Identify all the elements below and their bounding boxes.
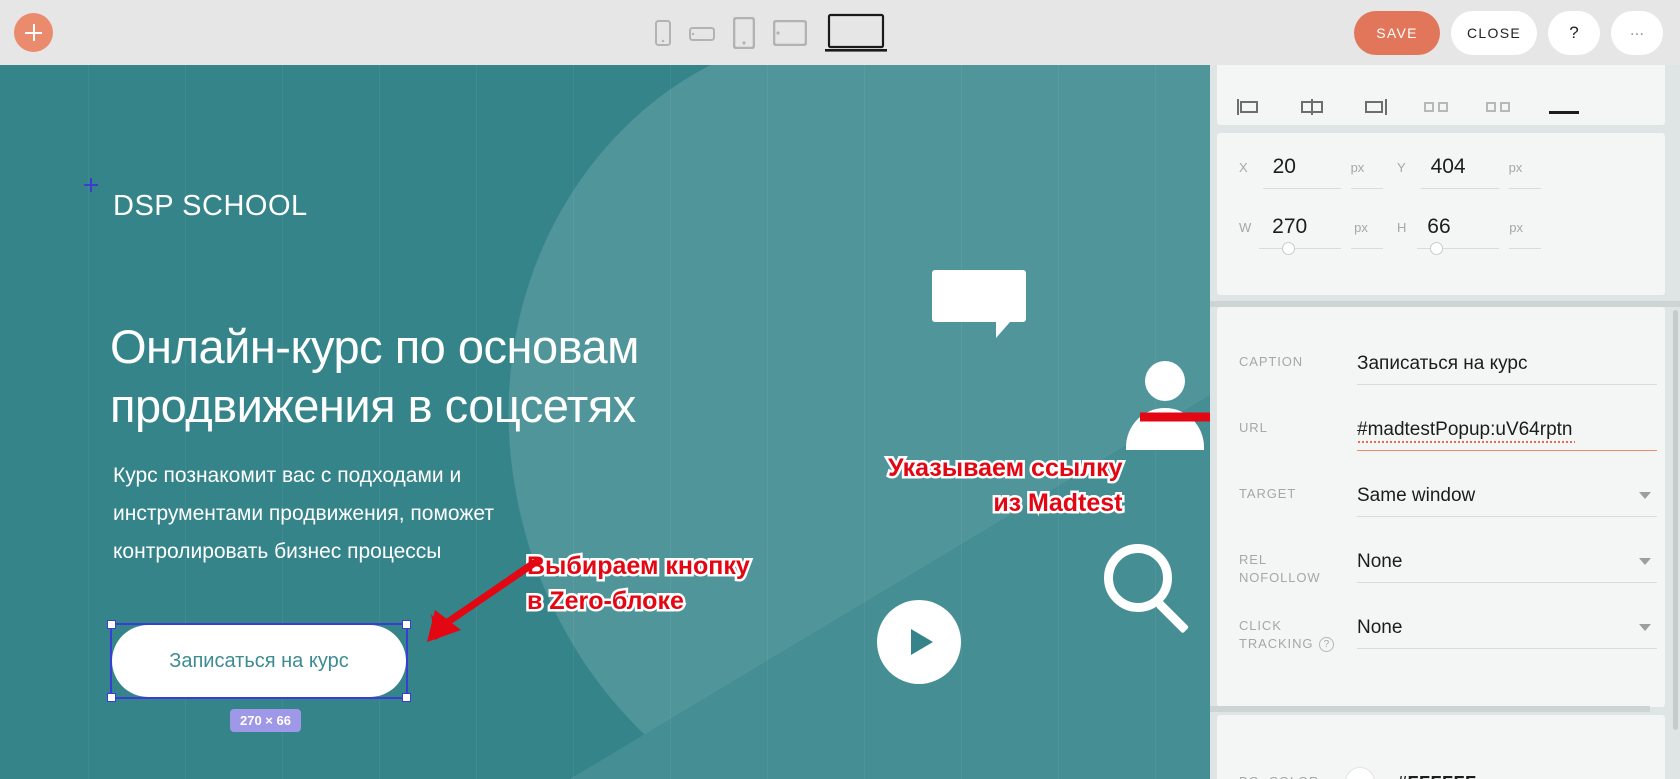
y-value[interactable]: 404 <box>1431 155 1509 179</box>
alignment-icons-row <box>1237 99 1581 115</box>
x-unit: px <box>1350 159 1365 175</box>
caption-label: CAPTION <box>1239 354 1304 369</box>
align-right-icon[interactable] <box>1361 99 1387 115</box>
device-switcher <box>655 0 887 65</box>
canvas-headline: Онлайн-курс по основам продвижения в соц… <box>110 320 639 432</box>
caption-value: Записаться на курс <box>1357 353 1528 374</box>
size-badge: 270 × 66 <box>230 709 301 732</box>
youtube-play-icon <box>877 600 961 684</box>
add-block-button[interactable] <box>14 13 53 52</box>
rel-nofollow-label: REL NOFOLLOW <box>1239 552 1321 585</box>
save-button[interactable]: SAVE <box>1354 10 1440 55</box>
canvas-brand-text: DSP SCHOOL <box>113 190 308 222</box>
target-select[interactable]: Same window <box>1357 485 1657 517</box>
toolbar-actions: SAVE CLOSE ? ... <box>1354 0 1663 65</box>
y-unit: px <box>1508 159 1523 175</box>
close-button[interactable]: CLOSE <box>1451 10 1537 55</box>
distribute-horizontal-icon[interactable] <box>1423 99 1449 115</box>
search-magnifier-icon <box>1104 544 1196 640</box>
height-slider-knob[interactable] <box>1430 242 1443 255</box>
annotation-specify-link: Указываем ссылку из Madtest <box>886 452 1126 520</box>
settings-panel: X 20 px Y 404 px W 270 px H 66 px CAPTIO… <box>1210 65 1680 779</box>
canvas-subtext: Курс познакомит вас с подходами и инстру… <box>113 464 495 563</box>
url-input[interactable]: #madtestPopup:uV64rptn <box>1357 419 1657 451</box>
annotation-arrow-to-url <box>1140 412 1210 422</box>
help-circle-icon[interactable]: ? <box>1319 637 1335 653</box>
align-center-icon[interactable] <box>1299 99 1325 115</box>
x-label: X <box>1239 159 1249 175</box>
page-canvas[interactable]: DSP SCHOOL Онлайн-курс по основам продви… <box>0 65 1210 779</box>
width-slider-knob[interactable] <box>1282 242 1295 255</box>
selection-outline <box>107 620 411 702</box>
url-error-underline <box>1357 450 1657 451</box>
h-value[interactable]: 66 <box>1427 215 1509 239</box>
x-field[interactable]: X 20 px <box>1239 155 1364 179</box>
bg-color-swatch[interactable] <box>1345 767 1375 779</box>
url-label: URL <box>1239 420 1268 435</box>
w-value[interactable]: 270 <box>1272 215 1354 239</box>
annotation-select-button: Выбираем кнопку в Zero-блоке <box>525 550 753 618</box>
link-settings-card: CAPTION Записаться на курс URL #madtestP… <box>1217 307 1665 707</box>
bg-color-value[interactable]: #FFFFFF <box>1397 773 1476 779</box>
chevron-down-icon[interactable] <box>1639 558 1651 565</box>
h-field[interactable]: H 66 px <box>1397 215 1523 239</box>
bg-color-label: BG. COLOR <box>1239 773 1349 779</box>
rel-nofollow-value: None <box>1357 551 1403 572</box>
click-tracking-label: CLICK TRACKING? <box>1239 617 1349 653</box>
chevron-down-icon[interactable] <box>1639 624 1651 631</box>
resize-handle-bottom-right[interactable] <box>402 693 411 702</box>
click-tracking-select[interactable]: None <box>1357 617 1657 649</box>
click-tracking-label-text: CLICK TRACKING <box>1239 618 1314 651</box>
resize-handle-bottom-left[interactable] <box>107 693 116 702</box>
align-left-icon[interactable] <box>1237 99 1263 115</box>
panel-divider-2 <box>1210 706 1650 712</box>
click-tracking-value: None <box>1357 617 1403 638</box>
app-root: SAVE CLOSE ? ... DSP SCHOOL Онлайн-курс … <box>0 0 1680 779</box>
panel-scrollbar[interactable] <box>1673 310 1678 730</box>
h-label: H <box>1397 219 1408 235</box>
help-button[interactable]: ? <box>1548 10 1600 55</box>
position-card: X 20 px Y 404 px W 270 px H 66 px <box>1217 133 1665 352</box>
chevron-down-icon[interactable] <box>1639 492 1651 499</box>
y-field[interactable]: Y 404 px <box>1397 155 1522 179</box>
target-value: Same window <box>1357 485 1476 506</box>
h-unit: px <box>1509 219 1524 235</box>
selected-element-wrapper[interactable]: Записаться на курс 270 × 66 <box>107 620 411 732</box>
caption-input[interactable]: Записаться на курс <box>1357 353 1657 385</box>
rel-nofollow-select[interactable]: None <box>1357 551 1657 583</box>
desktop-icon[interactable] <box>825 13 887 53</box>
speech-bubble-icon <box>932 270 1026 338</box>
resize-handle-top-left[interactable] <box>107 620 116 629</box>
target-label: TARGET <box>1239 486 1297 501</box>
url-value: #madtestPopup:uV64rptn <box>1357 419 1573 440</box>
group-icon[interactable] <box>1547 99 1581 115</box>
origin-crosshair-icon <box>84 178 98 192</box>
top-toolbar: SAVE CLOSE ? ... <box>0 0 1680 65</box>
w-unit: px <box>1354 219 1368 235</box>
alignment-toolbar-card <box>1217 65 1665 125</box>
annotation-arrow-to-button <box>427 558 540 642</box>
tablet-portrait-icon[interactable] <box>733 16 755 49</box>
w-label: W <box>1239 219 1253 235</box>
y-label: Y <box>1397 159 1407 175</box>
distribute-vertical-icon[interactable] <box>1485 99 1511 115</box>
phone-landscape-icon[interactable] <box>689 24 715 42</box>
more-options-button[interactable]: ... <box>1611 10 1663 55</box>
phone-portrait-icon[interactable] <box>655 19 671 46</box>
bg-color-card: BG. COLOR #FFFFFF <box>1217 715 1665 779</box>
spellcheck-underline <box>1357 440 1575 443</box>
tablet-landscape-icon[interactable] <box>773 19 807 46</box>
x-value[interactable]: 20 <box>1273 155 1351 179</box>
w-field[interactable]: W 270 px <box>1239 215 1368 239</box>
